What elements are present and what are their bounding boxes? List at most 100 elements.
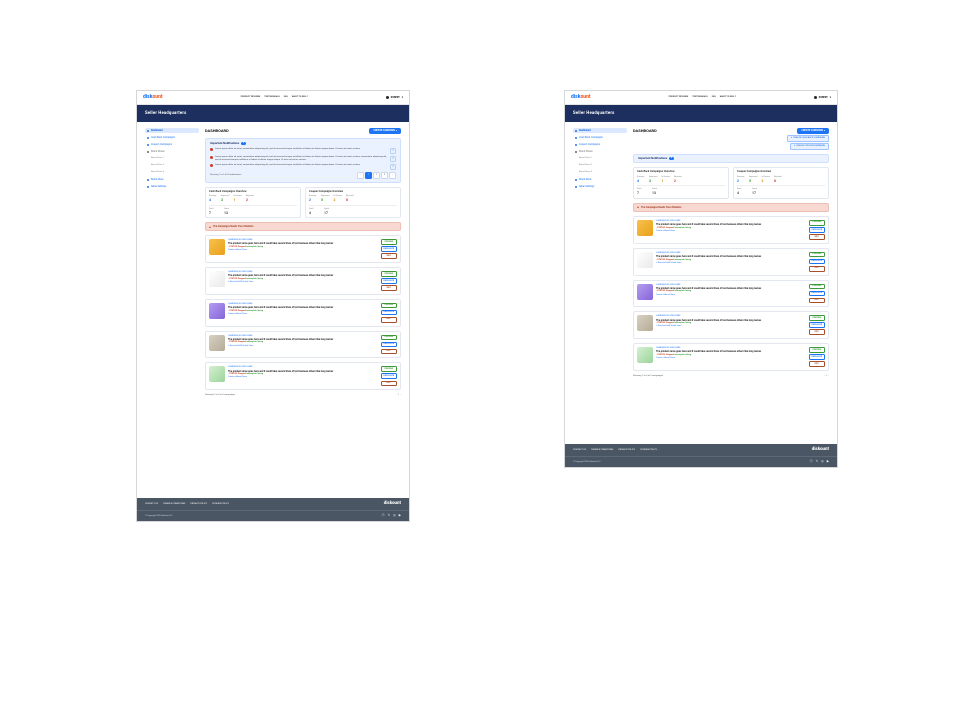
preview-button[interactable]: PREVIEW xyxy=(381,239,397,245)
nav-link[interactable]: PRODUCT REVIEWS xyxy=(241,96,261,99)
sidebar-item-cashback[interactable]: Cash Back Campaigns xyxy=(573,135,627,140)
nav-link[interactable]: TESTIMONIALS xyxy=(692,96,708,99)
nav-link[interactable]: WANT TO SELL? xyxy=(292,96,308,99)
preview-button[interactable]: PREVIEW xyxy=(381,271,397,277)
nav-link[interactable]: PRODUCT REVIEWS xyxy=(669,96,689,99)
attention-banner: The Campaigns Needs Your Attention xyxy=(633,203,829,212)
pager-prev[interactable]: ‹ xyxy=(396,394,397,397)
facebook-icon[interactable]: ⓕ xyxy=(810,460,813,464)
footer-link[interactable]: CONTACT US xyxy=(145,503,158,506)
sidebar-subitem[interactable]: Brand Store 1 xyxy=(145,156,199,161)
pager-prev[interactable]: ‹ xyxy=(357,172,364,179)
create-campaign-button[interactable]: CREATE CAMPAIGN xyxy=(369,128,401,134)
footer-link[interactable]: PRIVACY POLICY xyxy=(190,503,207,506)
edit-button[interactable]: EDIT xyxy=(381,317,397,323)
notifications-panel-collapsed[interactable]: Important Notifications4 xyxy=(633,154,829,164)
instagram-icon[interactable]: ◎ xyxy=(393,514,396,518)
create-campaign-button[interactable]: CREATE CAMPAIGN xyxy=(797,128,829,134)
preview-button[interactable]: PREVIEW xyxy=(809,252,825,258)
preview-button[interactable]: PREVIEW xyxy=(809,347,825,353)
duplicate-button[interactable]: DUPLICATE xyxy=(381,246,397,252)
campaign-thumbnail xyxy=(637,284,653,300)
nav-link[interactable]: TESTIMONIALS xyxy=(264,96,280,99)
pager-page[interactable]: 2 xyxy=(373,172,380,179)
pager-next[interactable]: › xyxy=(400,394,401,397)
campaign-row: CAMPAIGN ID GOES HEREThe product name go… xyxy=(633,216,829,244)
preview-button[interactable]: PREVIEW xyxy=(381,303,397,309)
duplicate-button[interactable]: DUPLICATE xyxy=(809,227,825,233)
primary-nav: PRODUCT REVIEWS TESTIMONIALS FAQ WANT TO… xyxy=(241,96,308,99)
duplicate-button[interactable]: DUPLICATE xyxy=(809,291,825,297)
sidebar-subitem[interactable]: Brand Store 3 xyxy=(145,170,199,175)
sidebar-subitem[interactable]: Brand Store 2 xyxy=(145,163,199,168)
sidebar-item-coupon[interactable]: Coupon Campaigns xyxy=(145,142,199,147)
sidebar-item-settings[interactable]: Seller Settings xyxy=(145,184,199,189)
pager-next[interactable]: › xyxy=(828,375,829,378)
duplicate-button[interactable]: DUPLICATE xyxy=(809,259,825,265)
pager-page[interactable]: 1 xyxy=(365,172,372,179)
duplicate-button[interactable]: DUPLICATE xyxy=(809,354,825,360)
twitter-icon[interactable]: 𝕏 xyxy=(816,460,818,464)
duplicate-button[interactable]: DUPLICATE xyxy=(809,322,825,328)
twitter-icon[interactable]: 𝕏 xyxy=(388,514,390,518)
sidebar-item-brandstores[interactable]: Brand Stores xyxy=(145,149,199,154)
nav-link[interactable]: WANT TO SELL? xyxy=(720,96,736,99)
footer-link[interactable]: TERMS & CONDITIONS xyxy=(163,503,185,506)
edit-button[interactable]: EDIT xyxy=(809,298,825,304)
edit-button[interactable]: EDIT xyxy=(809,361,825,367)
sidebar-subitem[interactable]: Brand Store 1 xyxy=(573,156,627,161)
pager-page[interactable]: 1 xyxy=(398,394,399,397)
footer-link[interactable]: TERMS & CONDITIONS xyxy=(591,449,613,452)
edit-button[interactable]: EDIT xyxy=(809,234,825,240)
pager-page[interactable]: 1 xyxy=(826,375,827,378)
preview-button[interactable]: PREVIEW xyxy=(381,335,397,341)
preview-button[interactable]: PREVIEW xyxy=(381,366,397,372)
sidebar-subitem[interactable]: Brand Store 2 xyxy=(573,163,627,168)
dismiss-button[interactable]: × xyxy=(390,156,396,162)
duplicate-button[interactable]: DUPLICATE xyxy=(381,310,397,316)
edit-button[interactable]: EDIT xyxy=(809,329,825,335)
nav-link[interactable]: FAQ xyxy=(284,96,288,99)
youtube-icon[interactable]: ▶ xyxy=(399,514,401,518)
edit-button[interactable]: EDIT xyxy=(381,253,397,259)
account-menu[interactable]: ROBERT ▾ xyxy=(814,96,831,99)
instagram-icon[interactable]: ◎ xyxy=(821,460,824,464)
notification-row: Lorem ipsum dolor sit amet, consectetur … xyxy=(210,156,396,162)
account-menu[interactable]: ROBERT ▾ xyxy=(386,96,403,99)
preview-button[interactable]: PREVIEW xyxy=(809,284,825,290)
edit-button[interactable]: EDIT xyxy=(381,349,397,355)
facebook-icon[interactable]: ⓕ xyxy=(382,514,385,518)
sidebar-item-brandstores[interactable]: Brand Stores xyxy=(573,149,627,154)
create-cashback-item[interactable]: +CREATE CASH BACK CAMPAIGN xyxy=(787,135,829,142)
create-coupon-item[interactable]: +CREATE COUPON CAMPAIGN xyxy=(790,143,829,150)
edit-button[interactable]: EDIT xyxy=(381,381,397,387)
footer-link[interactable]: CONTACT US xyxy=(573,449,586,452)
sidebar-subitem[interactable]: Brand Store 3 xyxy=(573,170,627,175)
pager-prev[interactable]: ‹ xyxy=(824,375,825,378)
sidebar-item-brandstore[interactable]: Brand Store xyxy=(145,177,199,182)
sidebar-item-settings[interactable]: Seller Settings xyxy=(573,184,627,189)
sidebar-item-coupon[interactable]: Coupon Campaigns xyxy=(573,142,627,147)
notification-row: Lorem ipsum dolor sit amet, consectetur … xyxy=(210,164,396,170)
youtube-icon[interactable]: ▶ xyxy=(827,460,829,464)
edit-button[interactable]: EDIT xyxy=(809,266,825,272)
duplicate-button[interactable]: DUPLICATE xyxy=(381,278,397,284)
footer-link[interactable]: COOKIES POLICY xyxy=(212,503,229,506)
pager-page[interactable]: 3 xyxy=(381,172,388,179)
preview-button[interactable]: PREVIEW xyxy=(809,220,825,226)
sidebar-item-dashboard[interactable]: Dashboard xyxy=(145,128,199,133)
alert-icon xyxy=(210,164,213,167)
preview-button[interactable]: PREVIEW xyxy=(809,315,825,321)
sidebar-item-cashback[interactable]: Cash Back Campaigns xyxy=(145,135,199,140)
pager-next[interactable]: › xyxy=(389,172,396,179)
dismiss-button[interactable]: × xyxy=(390,148,396,154)
dismiss-button[interactable]: × xyxy=(390,164,396,170)
footer-link[interactable]: PRIVACY POLICY xyxy=(618,449,635,452)
sidebar-item-brandstore[interactable]: Brand Store xyxy=(573,177,627,182)
footer-link[interactable]: COOKIES POLICY xyxy=(640,449,657,452)
sidebar-item-dashboard[interactable]: Dashboard xyxy=(573,128,627,133)
nav-link[interactable]: FAQ xyxy=(712,96,716,99)
edit-button[interactable]: EDIT xyxy=(381,285,397,291)
duplicate-button[interactable]: DUPLICATE xyxy=(381,373,397,379)
duplicate-button[interactable]: DUPLICATE xyxy=(381,342,397,348)
